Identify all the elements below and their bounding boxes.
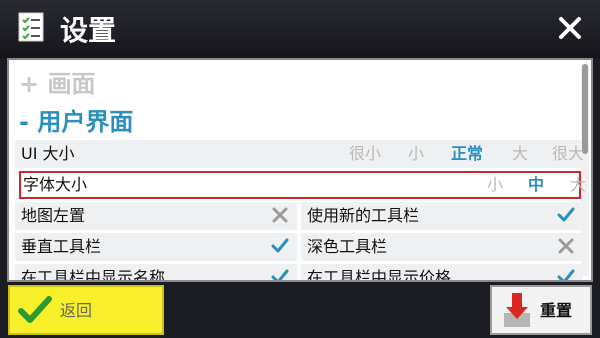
scrollbar-thumb[interactable] — [582, 64, 588, 154]
toggle-row-dark-toolbar[interactable]: 深色工具栏 — [301, 233, 583, 261]
ui-size-option-normal[interactable]: 正常 — [451, 143, 483, 165]
toggle-label: 垂直工具栏 — [21, 237, 102, 256]
ui-size-option-very-large[interactable]: 很大 — [552, 143, 584, 165]
bottom-bar: 返回 重置 — [0, 282, 600, 338]
reset-arrow-icon — [504, 293, 530, 327]
font-size-option-medium[interactable]: 中 — [528, 174, 544, 196]
reset-button[interactable]: 重置 — [490, 285, 592, 335]
checkmark-icon[interactable] — [271, 268, 289, 282]
section-ui-expanded[interactable]: - 用户界面 — [19, 106, 133, 138]
toggle-row-vertical-toolbar[interactable]: 垂直工具栏 — [15, 233, 297, 261]
toggle-row-show-prices[interactable]: 在工具栏中显示价格 — [301, 264, 583, 282]
ui-size-row: UI 大小 很小 小 正常 大 很大 — [15, 140, 584, 168]
toggle-label: 在工具栏中显示价格 — [307, 268, 452, 282]
toggle-label: 深色工具栏 — [307, 237, 388, 256]
checkmark-icon[interactable] — [557, 206, 575, 224]
title-bar: 设置 — [0, 0, 600, 58]
checkmark-icon[interactable] — [557, 268, 575, 282]
toggle-row-map-left[interactable]: 地图左置 — [15, 202, 297, 230]
ui-size-option-very-small[interactable]: 很小 — [349, 143, 381, 165]
toggle-row-show-names[interactable]: 在工具栏中显示名称 — [15, 264, 297, 282]
font-size-option-large[interactable]: 大 — [570, 174, 586, 196]
checkmark-icon — [18, 296, 52, 323]
checklist-icon — [18, 12, 44, 42]
toggle-label: 在工具栏中显示名称 — [21, 268, 166, 282]
font-size-option-small[interactable]: 小 — [487, 174, 503, 196]
font-size-row: 字体大小 小 中 大 — [19, 171, 586, 199]
back-button-label: 返回 — [60, 301, 93, 320]
window-title: 设置 — [60, 14, 117, 47]
section-display-collapsed[interactable]: + 画面 — [19, 68, 95, 100]
toggle-row-new-toolbar[interactable]: 使用新的工具栏 — [301, 202, 583, 230]
toggle-label: 地图左置 — [21, 206, 86, 225]
back-button[interactable]: 返回 — [8, 285, 164, 335]
settings-window: 设置 + 画面 - 用户界面 UI 大小 很小 小 正常 大 很大 字体大小 小… — [0, 0, 600, 338]
close-icon[interactable] — [552, 12, 588, 46]
ui-size-label: UI 大小 — [21, 144, 75, 163]
cross-icon[interactable] — [271, 206, 289, 224]
font-size-label: 字体大小 — [23, 175, 88, 194]
ui-size-option-small[interactable]: 小 — [408, 143, 424, 165]
cross-icon[interactable] — [557, 237, 575, 255]
reset-button-label: 重置 — [540, 301, 573, 320]
settings-panel: + 画面 - 用户界面 UI 大小 很小 小 正常 大 很大 字体大小 小 中 … — [7, 58, 593, 282]
checkmark-icon[interactable] — [271, 237, 289, 255]
toggle-label: 使用新的工具栏 — [307, 206, 420, 225]
ui-size-option-large[interactable]: 大 — [512, 143, 528, 165]
